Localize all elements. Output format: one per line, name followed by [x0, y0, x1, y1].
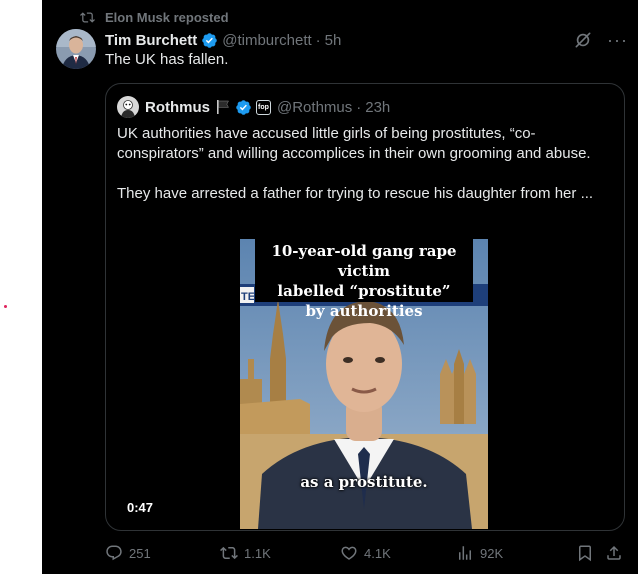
- bookmark-button[interactable]: [576, 544, 594, 562]
- bookmark-icon: [579, 545, 591, 562]
- header-separator: ·: [315, 31, 321, 49]
- quoted-header-separator: ·: [356, 98, 362, 116]
- quoted-post-text: UK authorities have accused little girls…: [117, 124, 617, 204]
- quoted-author-name[interactable]: Rothmus: [145, 99, 210, 116]
- repost-label[interactable]: Elon Musk reposted: [105, 10, 229, 25]
- post-time[interactable]: 5h: [325, 32, 342, 49]
- quoted-author-avatar[interactable]: [117, 96, 139, 118]
- notification-dot: [4, 305, 7, 308]
- caption-line-2: labelled “prostitute”: [277, 282, 451, 300]
- black-flag-icon: [217, 100, 229, 114]
- reply-icon: [106, 545, 122, 561]
- repost-count: 1.1K: [244, 545, 271, 561]
- share-icon: [607, 545, 621, 560]
- repost-button[interactable]: 1.1K: [220, 544, 271, 562]
- views-count: 92K: [480, 545, 504, 561]
- heart-icon: [341, 546, 357, 560]
- verified-badge-icon[interactable]: [235, 99, 252, 116]
- caption-line-3: by authorities: [305, 302, 423, 320]
- left-panel: [0, 0, 42, 574]
- author-name[interactable]: Tim Burchett: [105, 32, 197, 49]
- share-button[interactable]: [605, 544, 623, 562]
- video-player[interactable]: TE 10-year-old gang rape victim labelled…: [240, 239, 488, 529]
- author-avatar[interactable]: [56, 29, 96, 69]
- video-subtitle: as a prostitute.: [300, 473, 428, 491]
- post-actions-bar: 251 1.1K 4.1K 92K: [105, 540, 625, 566]
- quoted-paragraph-2: They have arrested a father for trying t…: [117, 185, 594, 202]
- verified-badge-icon[interactable]: [201, 32, 218, 49]
- views-button[interactable]: 92K: [456, 544, 503, 562]
- post-header: Tim Burchett @timburchett · 5h ···: [105, 29, 628, 51]
- repost-icon: [80, 11, 95, 23]
- quoted-author-handle[interactable]: @Rothmus: [277, 99, 352, 116]
- reply-count: 251: [129, 545, 151, 561]
- more-options-icon[interactable]: ···: [607, 30, 628, 51]
- grok-icon[interactable]: [573, 30, 593, 50]
- quoted-post-header: Rothmus fop @Rothmus · 23h: [117, 96, 390, 118]
- post-container[interactable]: Elon Musk reposted Tim Burchett @timburc…: [42, 0, 638, 574]
- video-duration: 0:47: [127, 500, 154, 515]
- quoted-post-time[interactable]: 23h: [365, 99, 390, 116]
- repost-icon: [220, 546, 238, 560]
- post-text: The UK has fallen.: [105, 51, 229, 68]
- repost-indicator: Elon Musk reposted: [80, 8, 229, 26]
- like-button[interactable]: 4.1K: [340, 544, 391, 562]
- caption-line-1: 10-year-old gang rape victim: [271, 242, 457, 280]
- like-count: 4.1K: [364, 545, 391, 561]
- quoted-post-card[interactable]: Rothmus fop @Rothmus · 23h UK authoritie…: [105, 83, 625, 531]
- news-banner-text: TE: [241, 291, 255, 303]
- video-caption-top: 10-year-old gang rape victim labelled “p…: [255, 239, 473, 320]
- quoted-paragraph-1: UK authorities have accused little girls…: [117, 125, 591, 162]
- analytics-icon: [459, 546, 471, 560]
- reply-button[interactable]: 251: [105, 544, 151, 562]
- author-handle[interactable]: @timburchett: [222, 32, 311, 49]
- affiliate-badge-icon[interactable]: fop: [256, 99, 271, 115]
